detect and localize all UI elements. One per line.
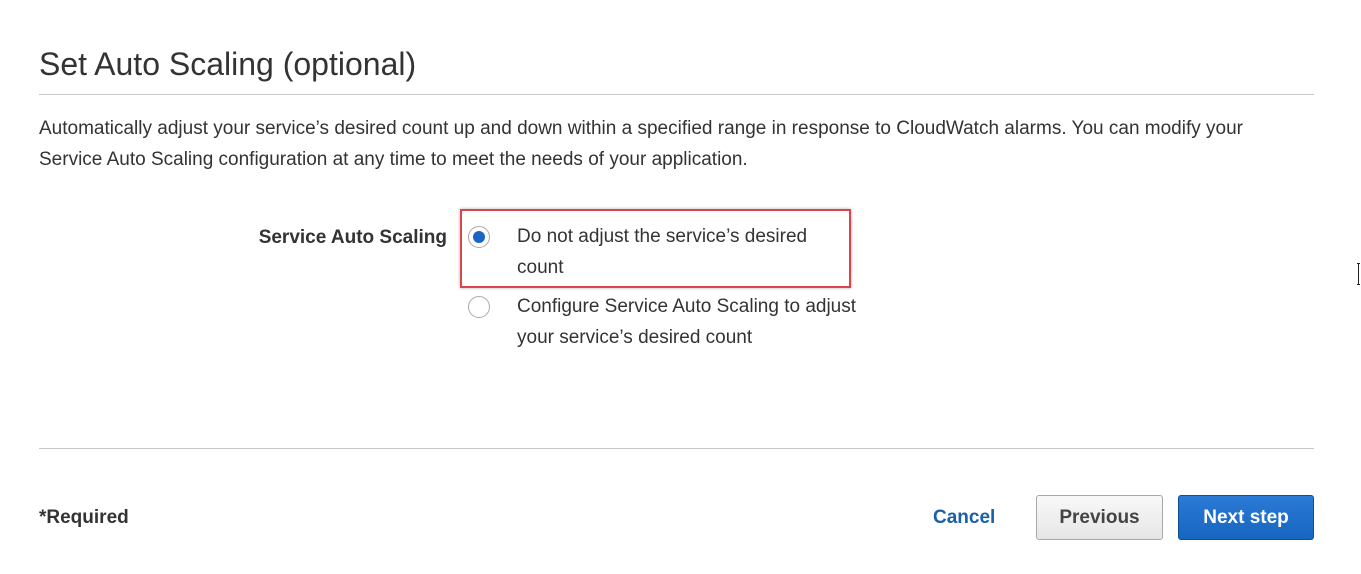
radio-option-do-not-adjust[interactable]: Do not adjust the service’s desired coun… — [468, 224, 857, 283]
footer-divider — [39, 448, 1314, 449]
required-note: *Required — [39, 507, 129, 528]
text-cursor-icon — [1357, 263, 1360, 285]
radio-button-unchecked-icon[interactable] — [468, 296, 490, 318]
radio-option-configure-scaling[interactable]: Configure Service Auto Scaling to adjust… — [468, 294, 857, 353]
service-auto-scaling-label: Service Auto Scaling — [258, 227, 447, 248]
radio-button-checked-icon[interactable] — [468, 226, 490, 248]
next-step-button[interactable]: Next step — [1178, 495, 1314, 540]
radio-option-label: Do not adjust the service’s desired coun… — [517, 226, 808, 278]
previous-button[interactable]: Previous — [1036, 495, 1163, 540]
cancel-link[interactable]: Cancel — [933, 506, 995, 530]
title-divider — [39, 94, 1314, 95]
page-title: Set Auto Scaling (optional) — [39, 46, 417, 82]
section-description: Automatically adjust your service’s desi… — [39, 118, 1243, 170]
auto-scaling-page: Set Auto Scaling (optional) Automaticall… — [0, 0, 1361, 574]
radio-option-label: Configure Service Auto Scaling to adjust… — [517, 296, 857, 348]
